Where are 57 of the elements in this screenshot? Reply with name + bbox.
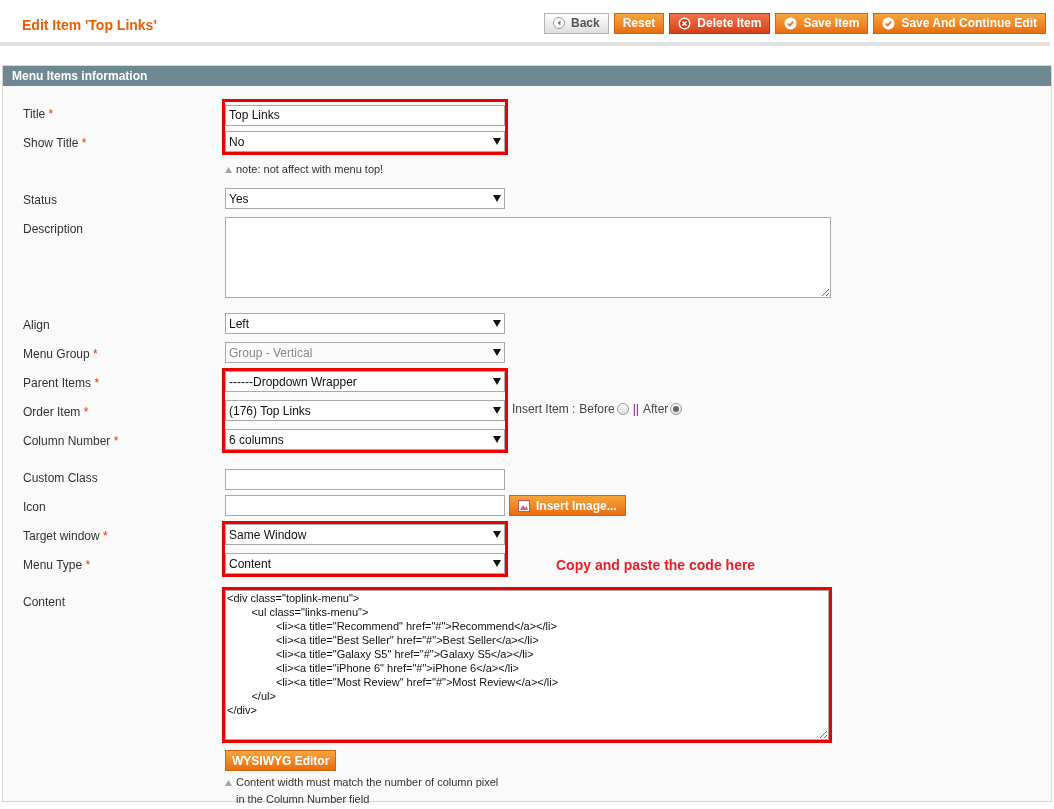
field-label: Description bbox=[23, 222, 84, 236]
insert-item-label: Insert Item : bbox=[512, 400, 576, 418]
caret-icon bbox=[493, 531, 501, 538]
back-icon bbox=[553, 17, 565, 29]
close-icon bbox=[678, 16, 692, 30]
radio-button[interactable] bbox=[670, 402, 683, 415]
field-label: Column Number * bbox=[23, 434, 119, 448]
note-text: Content width must match the number of column pixel bbox=[236, 775, 499, 791]
page-title: Edit Item 'Top Links' bbox=[22, 15, 157, 35]
field-label: Title * bbox=[23, 107, 54, 121]
caret-icon bbox=[493, 407, 501, 414]
select-field[interactable]: Left bbox=[225, 313, 505, 334]
text-field[interactable] bbox=[225, 468, 505, 490]
caret-icon bbox=[493, 378, 501, 385]
select-field[interactable]: Yes bbox=[225, 188, 505, 209]
code-textarea[interactable]: <div class="toplink-menu"> <ul class="links-menu"> <li><a title="Recommend" href="#">Recommend</a></li> <li><a title="Best Seller" href="#">Best Seller</a></li> <li><a title="Galaxy S5" href="#">Galaxy S5</a></li> <li><a title="iPhone 6" href="#">iPhone 6</a></li> <li><a title="Most Review" href="#">Most Review</a></li> </ul> </div> bbox=[225, 590, 829, 740]
note-text: in the Column Number field bbox=[236, 792, 370, 808]
annotation-text: Copy and paste the code here bbox=[556, 556, 756, 575]
select-field[interactable]: Content bbox=[225, 553, 505, 574]
text-field[interactable] bbox=[225, 495, 505, 516]
caret-icon bbox=[493, 138, 501, 145]
field-label: Status bbox=[23, 193, 58, 207]
field-label: Parent Items * bbox=[23, 376, 100, 390]
field-label: Custom Class bbox=[23, 471, 98, 485]
note-text: note: not affect with menu top! bbox=[236, 162, 384, 178]
separator-text: || bbox=[632, 400, 639, 418]
image-icon bbox=[518, 499, 530, 512]
note-arrow-icon bbox=[225, 779, 232, 786]
note-arrow-icon bbox=[225, 166, 232, 173]
caret-icon bbox=[493, 560, 501, 567]
radio-button[interactable] bbox=[616, 402, 629, 415]
section-header: Menu Items information bbox=[3, 66, 1051, 86]
radio-label[interactable]: Before bbox=[579, 399, 615, 418]
back-button[interactable]: Back bbox=[544, 12, 609, 34]
textarea-field[interactable] bbox=[225, 217, 831, 298]
select-field[interactable]: No bbox=[225, 131, 505, 152]
select-field[interactable]: ------Dropdown Wrapper bbox=[225, 371, 505, 392]
caret-icon bbox=[493, 320, 501, 327]
field-label: Order Item * bbox=[23, 405, 89, 419]
field-label: Menu Group * bbox=[23, 347, 98, 361]
field-label: Target window * bbox=[23, 529, 108, 543]
text-field[interactable]: Top Links bbox=[225, 104, 505, 126]
field-label: Show Title * bbox=[23, 136, 87, 150]
field-label: Align bbox=[23, 318, 50, 332]
delete-button[interactable]: Delete Item bbox=[669, 12, 771, 34]
caret-icon bbox=[493, 195, 501, 202]
select-field[interactable]: Same Window bbox=[225, 524, 505, 545]
caret-icon bbox=[493, 349, 501, 356]
check-icon bbox=[882, 16, 896, 30]
radio-label[interactable]: After bbox=[642, 399, 669, 418]
select-field[interactable]: 6 columns bbox=[225, 429, 505, 450]
check-icon bbox=[784, 16, 798, 30]
caret-icon bbox=[493, 436, 501, 443]
field-label: Icon bbox=[23, 500, 46, 514]
select-field[interactable]: (176) Top Links bbox=[225, 400, 505, 421]
field-label: Menu Type * bbox=[23, 558, 91, 572]
field-label: Content bbox=[23, 595, 66, 609]
